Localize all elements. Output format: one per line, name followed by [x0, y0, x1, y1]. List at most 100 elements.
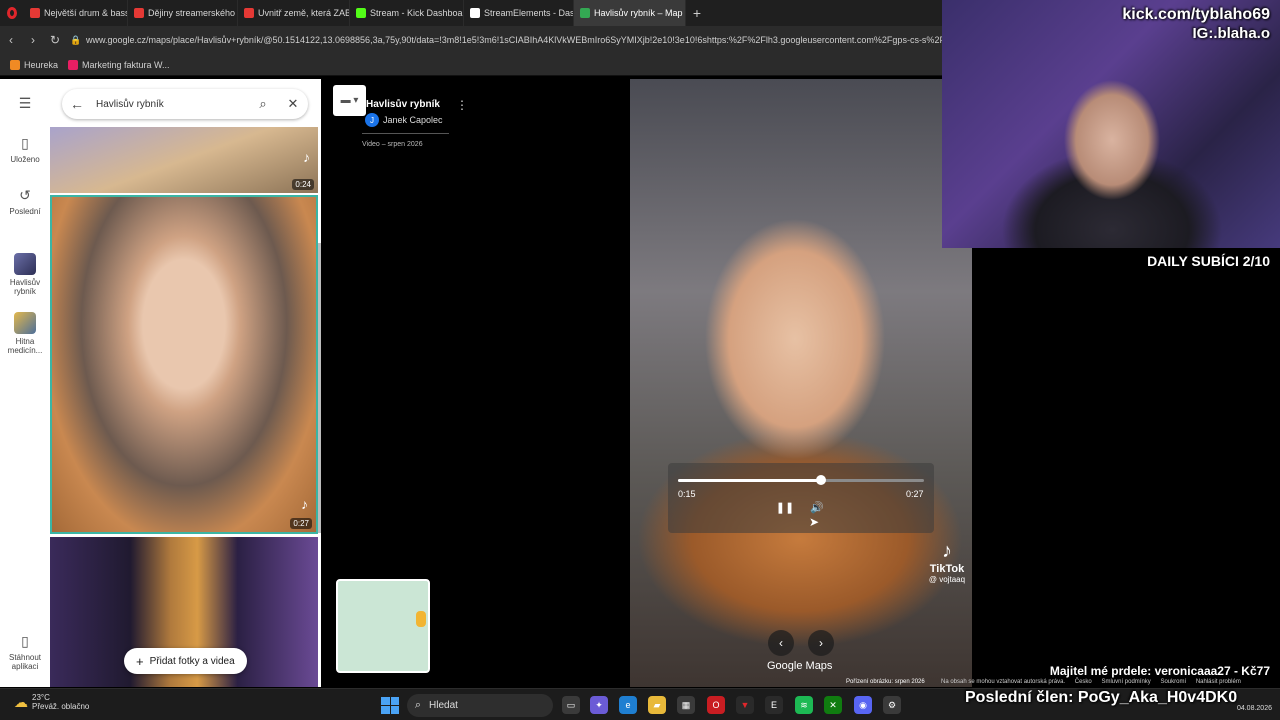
tab-label: Stream - Kick Dashboard — [370, 8, 464, 18]
settings-icon[interactable]: ⚙ — [883, 696, 901, 714]
bookmark-marketing[interactable]: Marketing faktura W... — [68, 59, 170, 70]
seek-bar[interactable] — [678, 475, 924, 485]
reload-icon[interactable]: ↻ — [44, 33, 66, 47]
lock-icon: 🔒 — [70, 34, 82, 45]
tab-label: Dějiny streamerského nár — [148, 8, 237, 18]
xbox-icon[interactable]: ✕ — [824, 696, 842, 714]
windows-start-icon[interactable] — [381, 697, 399, 714]
current-time: 0:15 — [678, 489, 696, 499]
author-link[interactable]: J Janek Capolec — [365, 113, 443, 127]
search-icon: ⌕ — [414, 699, 422, 711]
daily-subs-counter: DAILY SUBÍCI 2/10 — [1147, 253, 1270, 269]
download-app-button[interactable]: ▯ Stáhnout aplikaci — [0, 633, 50, 671]
total-time: 0:27 — [906, 489, 924, 499]
search-icon[interactable]: ⌕ — [248, 96, 278, 112]
tiktok-icon: ♪ — [942, 540, 952, 562]
app-icon[interactable]: ▼ — [736, 696, 754, 714]
country-link[interactable]: Česko — [1075, 679, 1092, 685]
tiktok-watermark: ♪ TikTok @ vojtaaq — [922, 540, 972, 584]
search-box[interactable]: ← Havlisův rybník ⌕ ✕ — [62, 89, 308, 119]
recent-place-hitna[interactable]: Hitna medicín... — [0, 312, 50, 355]
heureka-icon — [10, 59, 20, 70]
forward-icon[interactable]: › — [22, 33, 44, 47]
bookmark-icon: ▯ — [21, 135, 29, 151]
opera-icon[interactable]: O — [707, 696, 725, 714]
close-icon[interactable]: ✕ — [278, 96, 308, 112]
spotify-icon[interactable]: ≋ — [795, 696, 813, 714]
url-field[interactable]: 🔒 www.google.cz/maps/place/Havlisův+rybn… — [70, 35, 942, 46]
watermark-handle: @ vojtaaq — [928, 575, 966, 584]
next-button[interactable]: › — [808, 630, 834, 656]
bookmark-label: Heureka — [24, 59, 59, 70]
tab-uvnitr-zeme[interactable]: Uvnitř země, která ZABÍJÍ — [238, 0, 350, 26]
more-options-icon[interactable]: ⋮ — [456, 98, 468, 112]
taskbar-search[interactable]: ⌕ Hledat — [407, 694, 553, 717]
new-tab-button[interactable]: + — [686, 5, 708, 21]
discord-icon[interactable]: ◉ — [854, 696, 872, 714]
player-controls — [668, 463, 934, 533]
place-label: Hitna medicín... — [7, 337, 43, 355]
copilot-icon[interactable]: ✦ — [590, 696, 608, 714]
layers-button[interactable]: ▬ ▾ — [333, 85, 366, 116]
place-thumbnail — [14, 312, 36, 334]
tab-streamelements[interactable]: StreamElements - Dashbo — [464, 0, 574, 26]
watermark-name: TikTok — [929, 563, 965, 575]
place-label: Havlisův rybník — [9, 278, 41, 296]
google-maps-logo: Google Maps — [767, 660, 833, 672]
volume-icon[interactable]: 🔊 — [809, 500, 825, 514]
terms-link[interactable]: Smluvní podmínky — [1101, 679, 1150, 685]
seek-handle[interactable] — [815, 475, 826, 485]
recent-button[interactable]: ↺ Poslední — [0, 187, 50, 216]
mouse-cursor-icon: ➤ — [809, 515, 820, 529]
search-input[interactable]: Havlisův rybník — [92, 99, 248, 110]
tab-dejiny[interactable]: Dějiny streamerského nár — [128, 0, 238, 26]
minimap[interactable] — [336, 579, 430, 673]
url-text: www.google.cz/maps/place/Havlisův+rybník… — [86, 35, 942, 45]
menu-button[interactable]: ☰ — [0, 95, 50, 115]
taskbar-search-placeholder: Hledat — [429, 700, 458, 711]
weather-widget[interactable]: ☁ 23°C Převáž. oblačno — [14, 693, 89, 711]
bookmark-heureka[interactable]: Heureka — [10, 59, 59, 70]
back-arrow-icon[interactable]: ← — [62, 96, 92, 112]
saved-button[interactable]: ▯ Uloženo — [0, 135, 50, 164]
opera-icon[interactable] — [0, 0, 24, 26]
add-photos-label: Přidat fotky a videa — [149, 655, 235, 667]
legal-links: Na obsah se mohou vztahovat autorská prá… — [941, 679, 1249, 685]
back-icon[interactable]: ‹ — [0, 33, 22, 47]
tab-kick-dashboard[interactable]: Stream - Kick Dashboard — [350, 0, 464, 26]
video-thumbnail[interactable]: ♪ 0:24 — [50, 127, 318, 193]
last-member-label: Poslední člen: PoGy_Aka_H0v4DK0 — [965, 689, 1238, 706]
video-date: Video – srpen 2026 — [362, 141, 423, 148]
capture-date: Pořízení obrázku: srpen 2026 — [846, 679, 925, 685]
pause-icon[interactable]: ❚❚ — [776, 501, 794, 514]
seek-progress — [678, 479, 821, 482]
store-icon[interactable]: ▦ — [677, 696, 695, 714]
kick-channel-label: kick.com/tyblaho69 — [1122, 6, 1270, 23]
recent-place-havlisuv[interactable]: Havlisův rybník — [0, 253, 50, 296]
video-player[interactable] — [630, 79, 972, 687]
epic-games-icon[interactable]: E — [765, 696, 783, 714]
youtube-icon — [134, 8, 144, 18]
tab-google-maps[interactable]: Havlisův rybník – Map — [574, 0, 686, 26]
add-photos-button[interactable]: + Přidat fotky a videa — [124, 648, 247, 674]
author-name: Janek Capolec — [383, 115, 443, 125]
tab-label: Největší drum & bass fest — [44, 8, 128, 18]
recent-label: Poslední — [9, 207, 41, 216]
tiktok-icon: ♪ — [303, 149, 310, 165]
top-donor-label: Majitel mé prdele: veronicaaa27 - Kč77 — [1049, 664, 1270, 678]
tab-label: StreamElements - Dashbo — [484, 8, 574, 18]
kick-icon — [356, 8, 366, 18]
avatar: J — [365, 113, 379, 127]
plus-icon: + — [136, 653, 144, 669]
pegman-icon[interactable] — [416, 611, 426, 627]
edge-icon[interactable]: e — [619, 696, 637, 714]
file-explorer-icon[interactable]: ▰ — [648, 696, 666, 714]
viewer-title: Havlisův rybník — [366, 99, 440, 110]
task-view-icon[interactable]: ▭ — [562, 696, 580, 714]
video-thumbnail-selected[interactable]: ♪ 0:27 — [50, 195, 318, 534]
report-link[interactable]: Nahlásit problém — [1196, 679, 1241, 685]
privacy-link[interactable]: Soukromí — [1160, 679, 1186, 685]
previous-button[interactable]: ‹ — [768, 630, 794, 656]
browser-tab-bar: Největší drum & bass fest Dějiny streame… — [0, 0, 942, 26]
tab-drum-bass[interactable]: Největší drum & bass fest — [24, 0, 128, 26]
